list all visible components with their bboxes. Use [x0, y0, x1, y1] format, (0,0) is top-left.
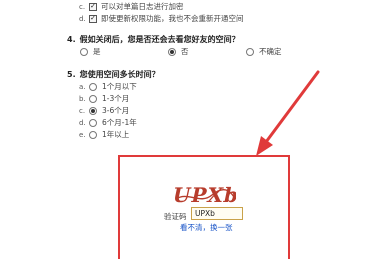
- captcha-image-text: UPXb: [172, 183, 236, 207]
- captcha-refresh-link[interactable]: 看不清，换一张: [180, 222, 233, 233]
- captcha-label: 验证码: [164, 212, 187, 221]
- captcha-input[interactable]: [191, 207, 243, 220]
- captcha-image[interactable]: UPXb: [172, 181, 236, 209]
